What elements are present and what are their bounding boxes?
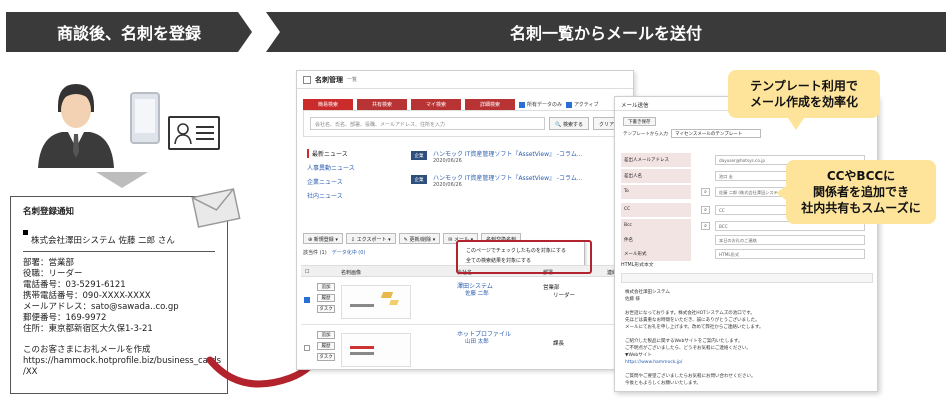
- result-count: 該当件 (1) データ化中 (0): [303, 250, 366, 256]
- step1-banner: 商談後、名刺を登録: [6, 12, 252, 52]
- mail-body-link[interactable]: https://www.hammock.jp/: [625, 359, 871, 366]
- digitizing-link[interactable]: データ化中 (0): [332, 250, 366, 256]
- search-button[interactable]: 🔍 検索する: [549, 117, 589, 130]
- template-select[interactable]: マイセンスメールのテンプレート: [671, 129, 761, 138]
- email-line: 住所：東京都新宿区大久保1-3-21: [23, 324, 153, 334]
- email-line: 部署：営業部: [23, 258, 75, 268]
- step2-banner: 名刺一覧からメールを送付: [266, 12, 946, 52]
- app-logo-icon: [303, 75, 311, 84]
- card-list-window: 名刺管理 一覧 簡易検索 共有検索 マイ検索 詳細検索 所有データのみ アクティ…: [296, 70, 634, 370]
- row-checkbox[interactable]: [304, 345, 310, 351]
- bullet-square: [23, 230, 28, 235]
- businessperson-icon: [38, 84, 114, 168]
- business-card-image[interactable]: [341, 333, 411, 367]
- news-nav-internal[interactable]: 社内ニュース: [307, 191, 387, 200]
- email-subject: 名刺登録通知: [23, 207, 75, 217]
- business-card-icon: [168, 116, 220, 150]
- email-line: メールアドレス：sato@sawada..co.gp: [23, 302, 179, 312]
- business-card-image[interactable]: [341, 285, 411, 319]
- news-date: 2020/06/26: [433, 182, 462, 188]
- field-subject: 件名 本日のお礼のご連絡: [621, 233, 873, 247]
- subject-input[interactable]: 本日のお礼のご連絡: [715, 235, 865, 245]
- news-section: 最新ニュース 人事異動ニュース 企業ニュース 社内ニュース 企業 ハンモック I…: [297, 149, 633, 219]
- smartphone-icon: [130, 92, 160, 144]
- email-link[interactable]: https://hammock.hotprofile.biz/business_…: [23, 356, 221, 367]
- person-link[interactable]: 佐藤 二郎: [465, 289, 489, 297]
- editor-tab[interactable]: HTML形式本文: [621, 261, 654, 268]
- email-line: 郵便番号：169-9972: [23, 313, 107, 323]
- field-format: メール形式 HTML形式: [621, 247, 873, 261]
- owned-data-checkbox[interactable]: 所有データのみ: [519, 101, 562, 108]
- app-title: 名刺管理: [315, 75, 343, 84]
- person-link[interactable]: 山田 太郎: [465, 337, 489, 345]
- news-tag: 企業: [411, 175, 427, 184]
- add-button[interactable]: 追加: [317, 283, 335, 291]
- search-icon[interactable]: ⌕: [701, 188, 710, 196]
- save-draft-button[interactable]: 下書き保存: [623, 117, 656, 126]
- tab-my-search[interactable]: マイ検索: [411, 99, 461, 110]
- dept-text: 営業部: [543, 285, 560, 291]
- table-row[interactable]: 追加 履歴 タスク 澤田システム 佐藤 二郎 営業部 リーダー: [301, 277, 631, 325]
- col-header: 名刺画像: [341, 270, 362, 276]
- position-text: 課長: [553, 341, 565, 347]
- email-line: 携帯電話番号：090-XXXX-XXXX: [23, 291, 151, 301]
- envelope-icon: [191, 188, 241, 228]
- new-register-button[interactable]: ⊕ 新規登録 ▾: [303, 233, 343, 244]
- news-nav-personnel[interactable]: 人事異動ニュース: [307, 163, 387, 172]
- template-callout: テンプレート利用で メール作成を効率化: [728, 70, 880, 130]
- search-tabs: 簡易検索 共有検索 マイ検索 詳細検索 所有データのみ アクティブ: [297, 89, 633, 110]
- search-icon[interactable]: ⌕: [701, 222, 710, 230]
- tab-shared-search[interactable]: 共有検索: [357, 99, 407, 110]
- news-title[interactable]: ハンモック IT資産管理ソフト『AssetView』 -コラム...: [433, 149, 583, 158]
- news-tag: 企業: [411, 151, 427, 160]
- update-delete-button[interactable]: ✎ 更新/削除 ▾: [398, 233, 441, 244]
- editor-toolbar[interactable]: [621, 273, 873, 283]
- export-button[interactable]: ⇩ エクスポート ▾: [345, 233, 396, 244]
- email-line: 役職：リーダー: [23, 269, 83, 279]
- template-label: テンプレートから入力: [623, 132, 668, 137]
- mail-body[interactable]: 株式会社澤田システム 佐藤 様 お世話になっております。株式会社HOTシステムズ…: [625, 289, 871, 387]
- format-select[interactable]: HTML形式: [715, 249, 865, 259]
- select-all-checkbox[interactable]: ☐: [305, 269, 309, 275]
- row-checkbox[interactable]: [304, 297, 310, 303]
- news-date: 2020/06/26: [433, 158, 462, 164]
- position-text: リーダー: [553, 293, 576, 299]
- down-arrow-icon: [96, 172, 148, 188]
- app-subtitle: 一覧: [347, 77, 358, 83]
- news-nav-latest[interactable]: 最新ニュース: [307, 149, 387, 158]
- news-nav: 最新ニュース 人事異動ニュース 企業ニュース 社内ニュース: [307, 149, 387, 205]
- search-input[interactable]: 会社名、氏名、部署、役職、メールアドレス、住所を入力: [310, 117, 546, 130]
- email-link[interactable]: /XX: [23, 367, 215, 378]
- tab-simple-search[interactable]: 簡易検索: [303, 99, 353, 110]
- table-row[interactable]: 追加 履歴 タスク ホットプロファイル 山田 太郎 課長: [301, 325, 631, 369]
- task-button[interactable]: タスク: [317, 305, 335, 313]
- search-icon[interactable]: ⌕: [701, 206, 710, 214]
- history-button[interactable]: 履歴: [317, 342, 335, 350]
- email-footer-line: このお客さまにお礼メールを作成: [23, 345, 151, 355]
- add-button[interactable]: 追加: [317, 331, 335, 339]
- email-company-line: 株式会社澤田システム 佐藤 二郎 さん: [23, 236, 215, 252]
- news-nav-company[interactable]: 企業ニュース: [307, 177, 387, 186]
- task-button[interactable]: タスク: [317, 353, 335, 361]
- tab-advanced-search[interactable]: 詳細検索: [465, 99, 515, 110]
- active-checkbox[interactable]: アクティブ: [566, 101, 598, 108]
- mail-compose-window: メール送信 下書き保存 テンプレートから入力 マイセンスメールのテンプレート 差…: [614, 96, 878, 392]
- email-line: 電話番号：03-5291-6121: [23, 280, 126, 290]
- app-titlebar: 名刺管理 一覧: [297, 71, 633, 89]
- news-title[interactable]: ハンモック IT資産管理ソフト『AssetView』 -コラム...: [433, 173, 583, 182]
- registration-email: 名刺登録通知 株式会社澤田システム 佐藤 二郎 さん 部署：営業部 役職：リーダ…: [10, 196, 228, 394]
- history-button[interactable]: 履歴: [317, 294, 335, 302]
- mail-menu-highlight: [456, 240, 592, 274]
- cc-bcc-callout: CCやBCCに 関係者を追加でき 社内共有もスムーズに: [776, 160, 936, 224]
- search-bar: 会社名、氏名、部署、役職、メールアドレス、住所を入力 🔍 検索する クリア: [303, 110, 627, 137]
